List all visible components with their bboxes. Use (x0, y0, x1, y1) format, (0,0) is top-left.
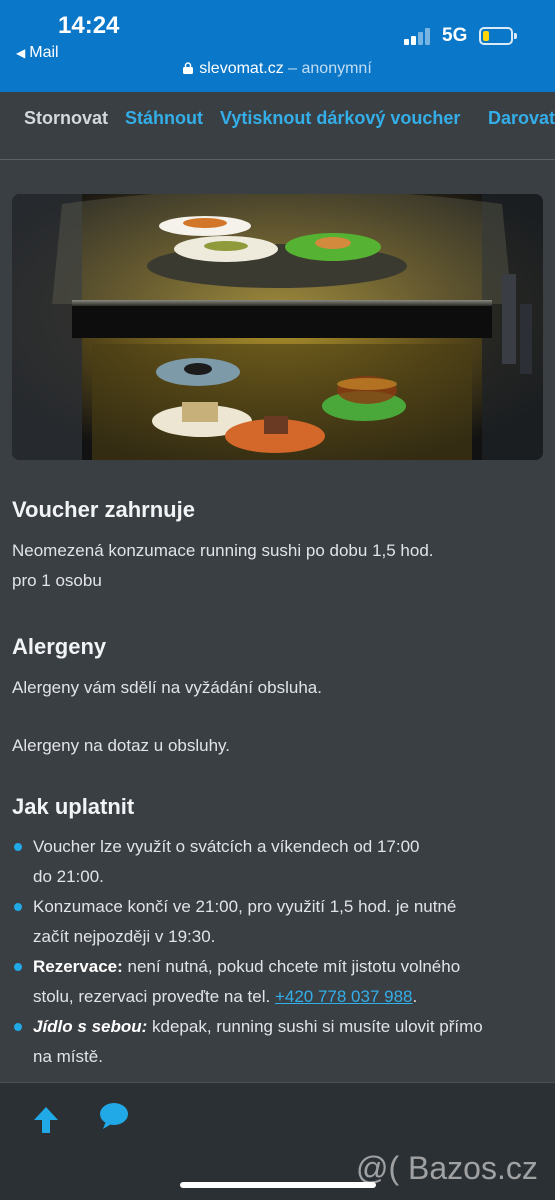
download-button[interactable]: Stáhnout (125, 108, 203, 129)
allergens-heading: Alergeny (12, 634, 107, 659)
gift-button[interactable]: Darovat (488, 108, 555, 129)
hero-image (12, 194, 543, 460)
phone-link[interactable]: +420 778 037 988 (275, 987, 413, 1006)
back-arrow-icon: ◀ (16, 46, 26, 60)
battery-icon (479, 27, 517, 45)
how-to-heading: Jak uplatnit (12, 794, 135, 819)
bullet-icon (14, 1023, 22, 1031)
list-item: Jídlo s sebou: kdepak, running sushi si … (12, 1012, 542, 1072)
list-item: Voucher lze využít o svátcích a víkendec… (12, 832, 542, 892)
lock-icon (183, 62, 194, 74)
status-time: 14:24 (58, 12, 120, 39)
url-domain: slevomat.cz (199, 60, 284, 77)
voucher-line-1: Neomezená konzumace running sushi po dob… (12, 541, 434, 560)
allergens-line-1: Alergeny vám sdělí na vyžádání obsluha. (12, 678, 322, 697)
signal-icon (404, 27, 434, 45)
browser-header: 14:24 ◀ Mail 5G slevomat.cz – anonymní (0, 0, 555, 92)
list-item-text: na místě. (33, 1047, 103, 1066)
bullet-icon (14, 843, 22, 851)
voucher-actions: Stornovat Stáhnout Vytisknout dárkový vo… (0, 92, 555, 160)
list-item-text: do 21:00. (33, 867, 104, 886)
back-label: Mail (29, 44, 59, 61)
reservation-label: Rezervace: (33, 957, 123, 976)
voucher-heading: Voucher zahrnuje (12, 497, 195, 522)
cancel-button[interactable]: Stornovat (24, 108, 108, 129)
list-item-text: Konzumace končí ve 21:00, pro využití 1,… (33, 897, 457, 916)
list-item-text: . (412, 987, 418, 1006)
sushi-conveyor-illustration (12, 194, 543, 460)
list-item-text: stolu, rezervaci proveďte na tel. (33, 987, 275, 1006)
url-suffix: – anonymní (283, 60, 372, 77)
list-item: Rezervace: není nutná, pokud chcete mít … (12, 952, 542, 1012)
list-item: Konzumace končí ve 21:00, pro využití 1,… (12, 892, 542, 952)
bullet-icon (14, 903, 22, 911)
watermark: @( Bazos.cz (356, 1150, 538, 1186)
network-type: 5G (442, 25, 468, 46)
list-item-text: začít nejpozději v 19:30. (33, 927, 216, 946)
list-item-text: není nutná, pokud chcete mít jistotu vol… (122, 957, 461, 976)
chat-icon[interactable] (98, 1101, 130, 1131)
allergens-line-2: Alergeny na dotaz u obsluhy. (12, 736, 230, 755)
takeaway-label: Jídlo s sebou: (33, 1017, 148, 1036)
arrow-up-icon[interactable] (32, 1105, 60, 1135)
list-item-text: kdepak, running sushi si musíte ulovit p… (147, 1017, 483, 1036)
bullet-icon (14, 963, 22, 971)
list-item-text: Voucher lze využít o svátcích a víkendec… (33, 837, 420, 856)
voucher-line-2: pro 1 osobu (12, 571, 102, 590)
home-indicator[interactable] (180, 1182, 376, 1188)
print-voucher-button[interactable]: Vytisknout dárkový voucher (220, 108, 460, 129)
url-bar[interactable]: slevomat.cz – anonymní (0, 60, 555, 78)
